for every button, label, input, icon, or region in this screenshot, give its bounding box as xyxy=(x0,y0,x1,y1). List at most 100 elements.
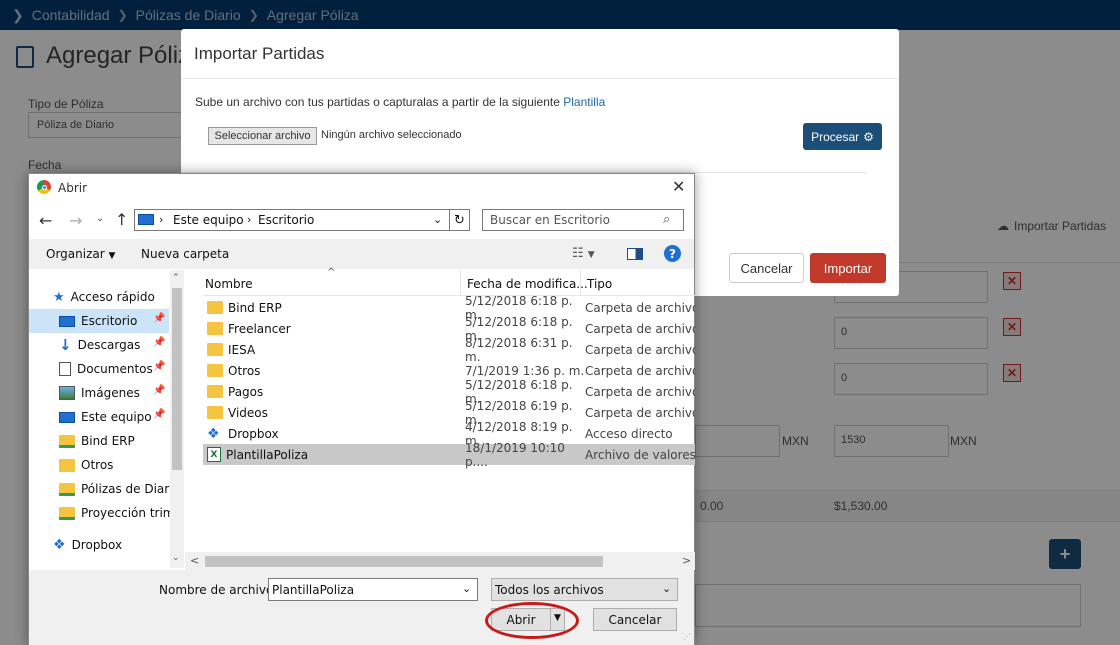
modal-import-button[interactable]: Importar xyxy=(810,253,886,283)
nav-label: Bind ERP xyxy=(81,434,135,448)
file-row[interactable]: Videos 5/12/2018 6:19 p. m. Carpeta de arc… xyxy=(203,399,695,427)
plantilla-link[interactable]: Plantilla xyxy=(563,95,605,109)
column-fecha[interactable]: Fecha de modifica... xyxy=(467,277,588,291)
nav-otros[interactable]: Otros xyxy=(29,453,179,477)
search-icon: ⌕ xyxy=(663,212,671,227)
file-type: Carpeta de archivos xyxy=(585,321,695,336)
scroll-up-icon[interactable]: ⌃ xyxy=(172,273,180,283)
chevron-down-icon[interactable]: ⌄ xyxy=(662,582,671,595)
excel-icon: X xyxy=(207,447,221,462)
back-arrow-icon[interactable]: ← xyxy=(39,211,52,230)
chevron-down-icon[interactable]: ⌄ xyxy=(462,582,471,595)
scroll-thumb[interactable] xyxy=(172,288,182,470)
address-bar[interactable]: › Este equipo › Escritorio ⌄ xyxy=(134,209,450,231)
nav-descargas[interactable]: ↓ Descargas 📌 xyxy=(29,333,169,357)
refresh-button[interactable]: ↻ xyxy=(449,209,470,231)
nav-documentos[interactable]: Documentos 📌 xyxy=(29,357,169,381)
file-type-select[interactable]: Todos los archivos ⌄ xyxy=(491,578,678,601)
nav-scrollbar[interactable]: ⌃ ⌄ xyxy=(170,270,184,568)
dialog-footer: Nombre de archivo: PlantillaPoliza ⌄ Tod… xyxy=(29,570,694,645)
nav-label: Proyección trim xyxy=(81,506,175,520)
search-input[interactable]: Buscar en Escritorio ⌕ xyxy=(482,209,684,231)
scroll-right-icon[interactable]: > xyxy=(682,554,691,567)
file-row[interactable]: ❖ Dropbox 4/12/2018 8:19 p. m. Acceso direc… xyxy=(203,420,695,448)
chevron-down-icon[interactable]: ⌄ xyxy=(96,213,104,224)
organizar-label: Organizar xyxy=(46,247,105,261)
search-placeholder: Buscar en Escritorio xyxy=(490,213,610,227)
nav-label: Pólizas de Diario xyxy=(81,482,180,496)
modal-title: Importar Partidas xyxy=(181,29,899,79)
download-icon: ↓ xyxy=(59,336,72,354)
document-icon xyxy=(59,362,71,376)
file-name: PlantillaPoliza xyxy=(226,447,309,462)
gears-icon: ⚙ xyxy=(863,129,874,144)
folder-icon xyxy=(207,343,223,356)
folder-icon xyxy=(207,322,223,335)
file-type: Carpeta de archivos xyxy=(585,342,695,357)
image-icon xyxy=(59,386,75,400)
file-type: Carpeta de archivos xyxy=(585,405,695,420)
filename-value: PlantillaPoliza xyxy=(272,583,355,597)
up-arrow-icon[interactable]: ↑ xyxy=(115,210,128,229)
file-type: Carpeta de archivos xyxy=(585,363,695,378)
scroll-down-icon[interactable]: ⌄ xyxy=(172,553,180,563)
file-list-header: ^ Nombre Fecha de modifica... Tipo xyxy=(203,267,695,296)
file-list-scrollbar[interactable]: < > xyxy=(185,552,695,570)
file-row[interactable]: X PlantillaPoliza 18/1/2019 10:10 p.... Arc… xyxy=(203,441,695,469)
nav-label: Otros xyxy=(81,458,114,472)
select-file-button[interactable]: Seleccionar archivo xyxy=(208,127,317,145)
help-icon[interactable]: ? xyxy=(664,245,681,262)
nav-acceso-rapido[interactable]: ★ Acceso rápido xyxy=(23,285,173,309)
chevron-down-icon[interactable]: ⌄ xyxy=(433,213,442,226)
file-row[interactable]: Pagos 5/12/2018 6:18 p. m. Carpeta de arch… xyxy=(203,378,695,406)
procesar-label: Procesar xyxy=(811,129,860,144)
nav-polizas[interactable]: Pólizas de Diario xyxy=(29,477,184,501)
desktop-icon xyxy=(138,214,154,225)
file-row[interactable]: Freelancer 5/12/2018 6:18 p. m. Carpeta de… xyxy=(203,315,695,343)
file-row[interactable]: Bind ERP 5/12/2018 6:18 p. m. Carpeta de a… xyxy=(203,294,695,322)
scroll-thumb[interactable] xyxy=(205,556,603,567)
nav-dropbox[interactable]: ❖ Dropbox xyxy=(23,533,173,557)
column-tipo[interactable]: Tipo xyxy=(587,277,612,291)
pin-icon: 📌 xyxy=(153,361,166,372)
file-row[interactable]: IESA 8/12/2018 6:31 p. m. Carpeta de archi… xyxy=(203,336,695,364)
path-este-equipo[interactable]: Este equipo xyxy=(173,213,244,227)
dialog-cancel-button[interactable]: Cancelar xyxy=(593,608,677,631)
scroll-left-icon[interactable]: < xyxy=(190,554,199,567)
open-file-dialog: Abrir ✕ ← → ⌄ ↑ › Este equipo › Escritor… xyxy=(28,173,695,645)
nav-imagenes[interactable]: Imágenes 📌 xyxy=(29,381,169,405)
chevron-right-icon: › xyxy=(159,213,164,226)
nav-este-equipo[interactable]: Este equipo 📌 xyxy=(29,405,169,429)
modal-cancel-button[interactable]: Cancelar xyxy=(729,253,804,283)
nav-label: Imágenes xyxy=(81,386,140,400)
procesar-button[interactable]: Procesar ⚙ xyxy=(803,123,882,150)
nav-bind-erp[interactable]: Bind ERP xyxy=(29,429,179,453)
path-escritorio[interactable]: Escritorio xyxy=(258,213,314,227)
file-name: Videos xyxy=(228,405,268,420)
preview-pane-icon[interactable] xyxy=(627,248,643,260)
nueva-carpeta-button[interactable]: Nueva carpeta xyxy=(141,247,229,261)
nav-label: Dropbox xyxy=(71,538,123,552)
folder-icon xyxy=(207,364,223,377)
folder-sync-icon xyxy=(59,506,75,520)
annotation-circle xyxy=(485,602,579,639)
file-date: 18/1/2019 10:10 p.... xyxy=(465,440,565,469)
organizar-button[interactable]: Organizar ▼ xyxy=(46,247,115,261)
nav-escritorio[interactable]: Escritorio 📌 xyxy=(29,309,169,333)
folder-sync-icon xyxy=(59,434,75,448)
forward-arrow-icon[interactable]: → xyxy=(69,211,82,230)
resize-grip-icon[interactable]: ⋰ xyxy=(683,632,691,641)
file-name: Freelancer xyxy=(228,321,291,336)
filename-input[interactable]: PlantillaPoliza ⌄ xyxy=(268,578,478,601)
chevron-right-icon: › xyxy=(247,213,252,226)
view-options-icon[interactable]: ☷ ▼ xyxy=(572,246,595,261)
nav-proyeccion[interactable]: Proyección trim xyxy=(29,501,184,525)
pin-icon: 📌 xyxy=(153,313,166,324)
folder-icon xyxy=(207,406,223,419)
folder-sync-icon xyxy=(59,482,75,496)
close-icon[interactable]: ✕ xyxy=(672,177,685,196)
column-nombre[interactable]: Nombre xyxy=(205,277,461,291)
dropbox-icon: ❖ xyxy=(53,537,66,553)
file-row[interactable]: Otros 7/1/2019 1:36 p. m. Carpeta de archi… xyxy=(203,360,695,381)
file-date: 7/1/2019 1:36 p. m. xyxy=(465,363,585,378)
